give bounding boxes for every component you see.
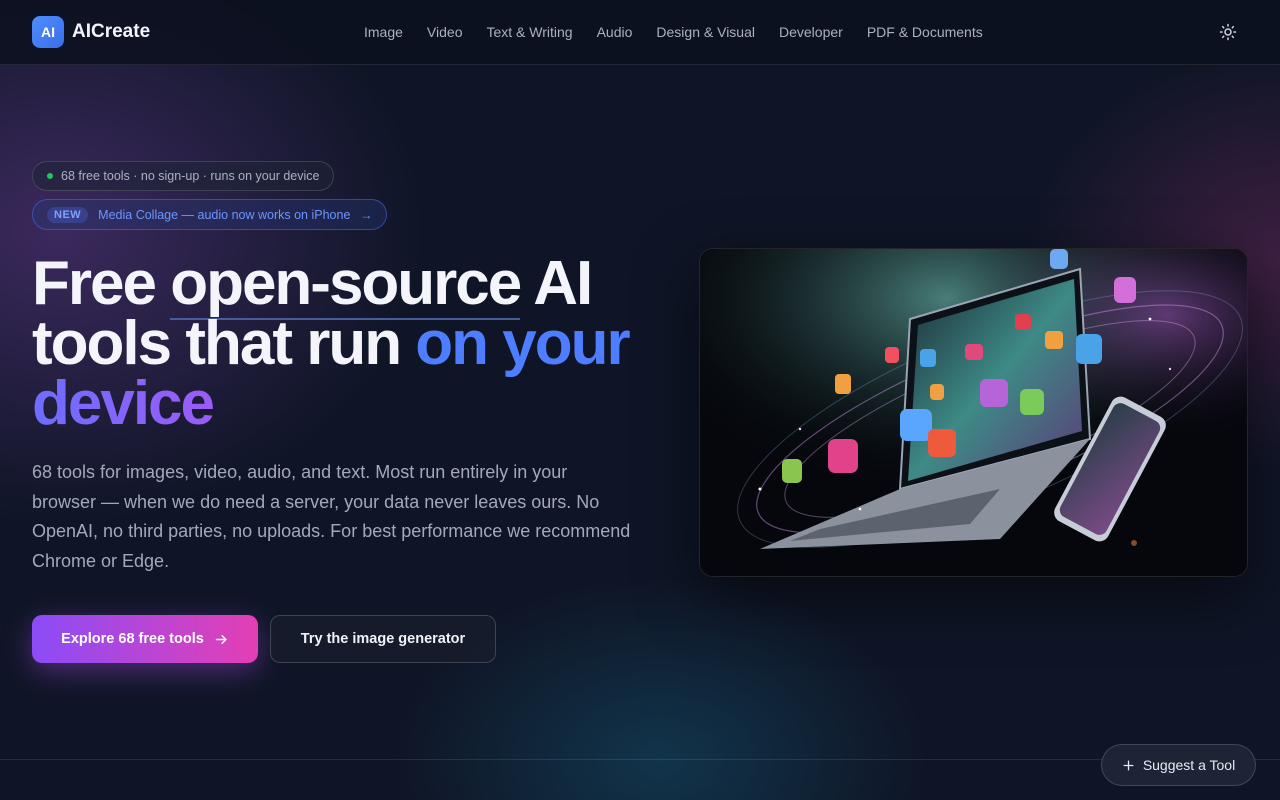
title-text-tools-that-run: tools that run xyxy=(32,309,416,378)
status-dot xyxy=(47,173,53,179)
nav-item-developer[interactable]: Developer xyxy=(779,22,843,42)
section-divider xyxy=(0,759,1280,760)
suggest-tool-button[interactable]: Suggest a Tool xyxy=(1101,744,1256,786)
suggest-tool-label: Suggest a Tool xyxy=(1142,757,1236,773)
nav-item-image[interactable]: Image xyxy=(364,22,403,42)
hero-description: 68 tools for images, video, audio, and t… xyxy=(32,462,631,571)
explore-tools-button[interactable]: Explore 68 free tools xyxy=(32,615,258,663)
nav-item-pdf-documents[interactable]: PDF & Documents xyxy=(867,22,983,42)
announcement-text: Media Collage — audio now works on iPhon… xyxy=(98,207,351,222)
main-nav: Image Video Text & Writing Audio Design … xyxy=(364,22,983,42)
brand-name: AICreate xyxy=(72,21,151,42)
hero-title-line-3: device xyxy=(32,373,672,435)
arrow-right-icon: → xyxy=(360,207,373,222)
theme-toggle-button[interactable] xyxy=(1214,18,1242,46)
nav-item-video[interactable]: Video xyxy=(427,22,463,42)
explore-tools-label: Explore 68 free tools xyxy=(61,631,204,647)
image-generator-button[interactable]: Try the image generator xyxy=(270,615,496,663)
hero-illustration xyxy=(699,248,1248,577)
hero-title-line-1: Free open-source AI xyxy=(32,249,672,320)
logo-mark: AI xyxy=(32,16,64,48)
title-highlight-device: device xyxy=(32,369,215,438)
title-text-ai: AI xyxy=(520,249,593,318)
hero-title-line-2: tools that run on your xyxy=(32,313,672,375)
title-highlight-on-your: on your xyxy=(415,309,630,378)
announcement-pill[interactable]: NEW Media Collage — audio now works on i… xyxy=(32,199,388,230)
sun-icon xyxy=(1219,23,1237,41)
status-pill-text: 68 free tools · no sign-up · runs on you… xyxy=(61,169,320,183)
devices-illustration-icon xyxy=(700,249,1247,576)
title-text-free: Free xyxy=(32,249,171,318)
hero-title: Free open-source AI tools that run on yo… xyxy=(32,249,672,435)
arrow-right-icon xyxy=(215,634,227,644)
nav-item-text-writing[interactable]: Text & Writing xyxy=(486,22,572,42)
top-navbar: AI AICreate Image Video Text & Writing A… xyxy=(0,0,1280,65)
status-pill: 68 free tools · no sign-up · runs on you… xyxy=(32,161,335,191)
nav-item-audio[interactable]: Audio xyxy=(597,22,633,42)
brand-logo[interactable]: AI AICreate xyxy=(32,16,150,48)
nav-item-design-visual[interactable]: Design & Visual xyxy=(656,22,755,42)
plus-icon xyxy=(1123,760,1134,770)
new-badge: NEW xyxy=(47,206,89,223)
